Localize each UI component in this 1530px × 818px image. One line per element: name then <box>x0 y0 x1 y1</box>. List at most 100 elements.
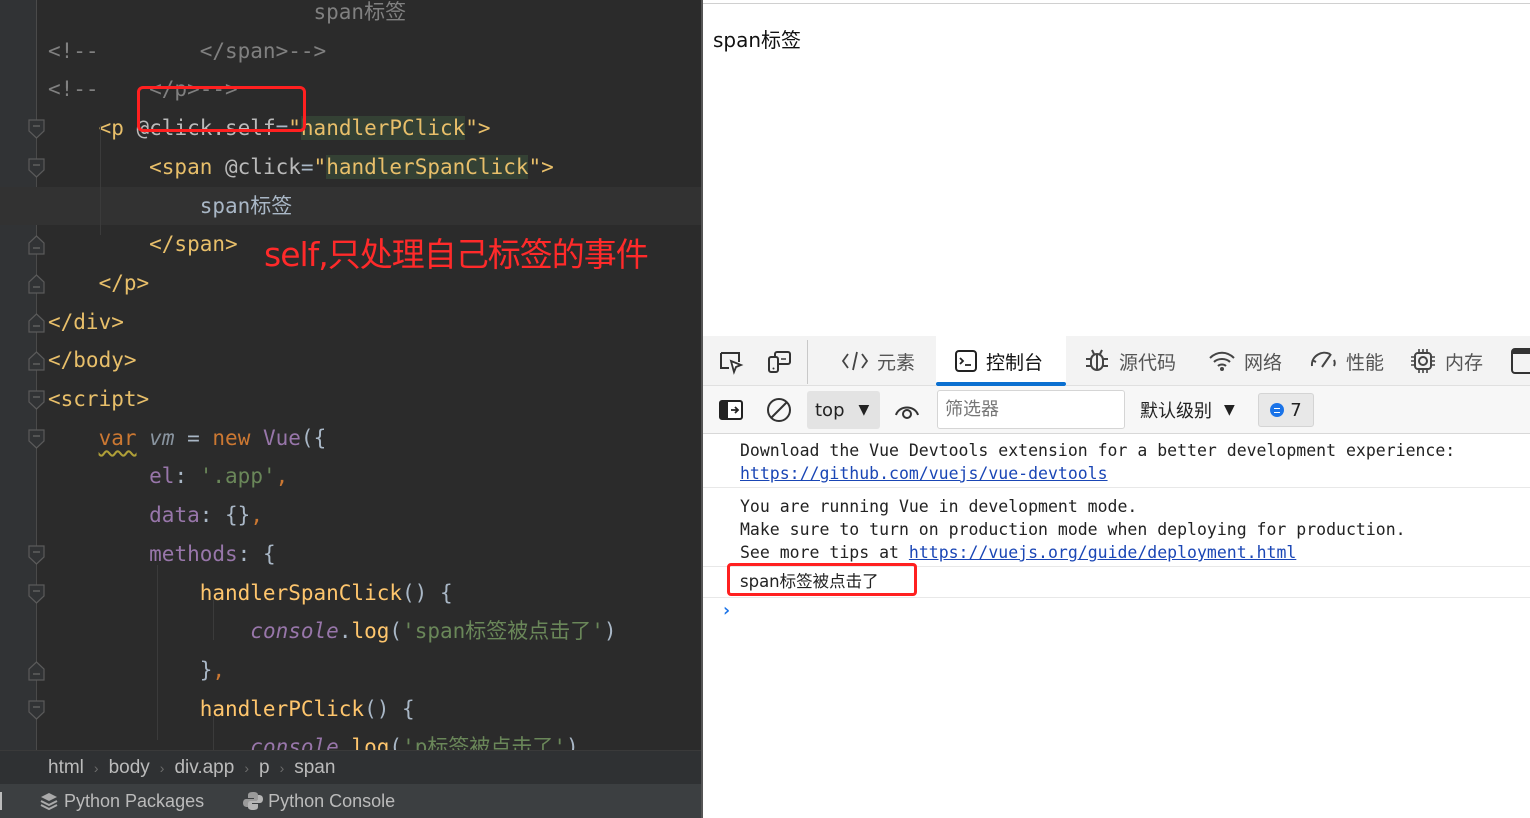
code-token: </body> <box>48 348 137 373</box>
page-span-element[interactable]: span标签 <box>713 24 801 53</box>
log-level-select[interactable]: 默认级别 ▼ <box>1140 391 1235 429</box>
code-line-text: <span @click="handlerSpanClick"> <box>48 148 554 187</box>
indent-guide <box>213 600 214 640</box>
code-token: var <box>98 425 137 450</box>
devtools-tab-wifi[interactable]: 网络 <box>1208 336 1282 386</box>
code-line[interactable]: <!-- </span>--> <box>0 32 701 71</box>
code-token: handlerPClick <box>300 116 466 141</box>
code-line-text: methods: { <box>48 535 275 574</box>
devtools-tab-bug[interactable]: 源代码 <box>1083 336 1176 386</box>
fold-collapse-icon[interactable] <box>28 583 45 604</box>
code-line[interactable]: methods: { <box>0 535 701 574</box>
fold-end-icon[interactable] <box>28 274 45 294</box>
toggle-sidebar-button[interactable] <box>717 396 745 424</box>
vue-devtools-link[interactable]: https://github.com/vuejs/vue-devtools <box>740 464 1108 483</box>
code-token: 'span标签被点击了' <box>402 619 604 644</box>
clear-console-button[interactable] <box>765 396 793 424</box>
live-expression-button[interactable] <box>893 396 921 424</box>
bug-icon <box>1083 347 1111 375</box>
code-line[interactable]: var vm = new Vue({ <box>0 419 701 458</box>
code-line[interactable]: data: {}, <box>0 496 701 535</box>
layers-icon <box>38 791 60 811</box>
fold-collapse-icon[interactable] <box>28 699 45 720</box>
code-line-text: <script> <box>48 380 149 419</box>
fold-end-icon[interactable] <box>28 235 45 255</box>
fold-collapse-icon[interactable] <box>28 390 45 410</box>
console-message-text: Make sure to turn on production mode whe… <box>740 520 1406 539</box>
python-packages-label: Python Packages <box>64 790 205 811</box>
fold-collapse-icon[interactable] <box>28 158 45 178</box>
code-token: new <box>212 425 263 450</box>
code-token: ( <box>389 619 403 644</box>
code-token: '.app' <box>199 464 276 489</box>
block-icon <box>767 398 791 422</box>
code-line[interactable]: <span @click="handlerSpanClick"> <box>0 148 701 187</box>
message-count-badge[interactable]: 7 <box>1258 393 1314 427</box>
code-line-text: </p> <box>48 264 150 303</box>
code-line[interactable]: <!-- </p>--> <box>0 70 701 109</box>
code-token: el <box>149 464 175 489</box>
fold-collapse-icon[interactable] <box>28 545 45 565</box>
code-token: , <box>275 464 289 489</box>
console-prompt-chevron-icon[interactable]: › <box>721 600 732 621</box>
application-panel-icon[interactable] <box>1511 348 1530 374</box>
code-line[interactable]: el: '.app', <box>0 457 701 496</box>
fold-end-icon[interactable] <box>28 661 45 681</box>
code-line[interactable]: </body> <box>0 341 701 380</box>
code-line[interactable]: handlerPClick() { <box>0 690 701 729</box>
tool-window-bar: Python Packages Python Console <box>0 784 701 818</box>
code-line[interactable]: <script> <box>0 380 701 419</box>
code-line-text: el: '.app', <box>48 457 288 496</box>
code-line-text: handlerPClick() { <box>48 690 415 729</box>
breadcrumb-item[interactable]: p <box>259 757 270 779</box>
code-token: " <box>313 154 327 179</box>
code-line[interactable]: span标签 <box>0 186 701 226</box>
code-line[interactable]: }, <box>0 651 701 690</box>
code-line[interactable]: span标签 <box>0 0 701 32</box>
devtools-tab-label: 控制台 <box>986 351 1044 374</box>
console-filter-input[interactable] <box>937 390 1125 429</box>
message-bubble-icon <box>1270 403 1285 417</box>
devtools-tab-console[interactable]: 控制台 <box>936 336 1066 386</box>
breadcrumb-item[interactable]: span <box>294 757 335 779</box>
code-token: vm <box>149 425 175 450</box>
code-token: log <box>351 619 390 644</box>
devtools-tab-label: 源代码 <box>1119 351 1177 374</box>
python-console-button[interactable]: Python Console <box>242 791 395 812</box>
code-token: () { <box>364 696 415 721</box>
code-line-text: var vm = new Vue({ <box>48 419 327 458</box>
code-line[interactable]: console.log('span标签被点击了') <box>0 612 701 651</box>
code-area[interactable]: span标签 <!-- </span>--> <!-- </p>--> <p @cl… <box>0 0 701 759</box>
breadcrumb-item[interactable]: body <box>109 757 150 779</box>
device-emulation-button[interactable] <box>765 348 793 376</box>
devtools-tab-code-brackets[interactable]: 元素 <box>841 336 915 386</box>
code-line[interactable]: <p @click.self="handlerPClick"> <box>0 109 701 148</box>
code-token: </div> <box>48 309 124 334</box>
browser-pane: span标签 元素 控制台 源代码 网络 性能 内存 top ▼ 筛选器 默认级… <box>701 0 1530 818</box>
annotation-highlight-click-self <box>137 86 306 132</box>
console-message-text: You are running Vue in development mode. <box>740 497 1138 516</box>
fold-end-icon[interactable] <box>28 312 45 333</box>
chevron-right-icon: › <box>279 759 285 776</box>
code-line[interactable]: </div> <box>0 303 701 342</box>
indent-guide <box>157 565 158 740</box>
breadcrumb-item[interactable]: html <box>48 757 84 779</box>
devtools-tab-gauge[interactable]: 性能 <box>1308 336 1384 386</box>
code-line-text: }, <box>48 651 225 690</box>
code-token: "> <box>528 154 554 179</box>
fold-end-icon[interactable] <box>28 351 45 371</box>
code-token: <script> <box>48 387 150 411</box>
inspect-element-button[interactable] <box>717 348 745 376</box>
code-line[interactable]: handlerSpanClick() { <box>0 574 701 613</box>
devtools-tab-label: 网络 <box>1244 351 1283 374</box>
context-select[interactable]: top ▼ <box>807 391 880 429</box>
breadcrumb-item[interactable]: div.app <box>174 757 234 779</box>
vue-deployment-link[interactable]: https://vuejs.org/guide/deployment.html <box>909 543 1296 562</box>
python-packages-button[interactable]: Python Packages <box>38 791 204 812</box>
fold-collapse-icon[interactable] <box>28 119 45 139</box>
code-token: Vue <box>262 425 301 450</box>
devtools-tab-chip[interactable]: 内存 <box>1409 336 1483 386</box>
fold-collapse-icon[interactable] <box>28 429 45 449</box>
